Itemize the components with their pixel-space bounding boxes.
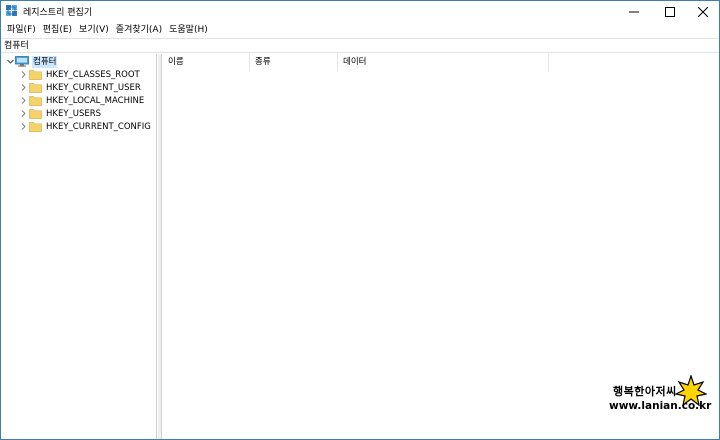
maximize-icon [665,6,675,17]
tree-item-hkey-classes-root[interactable]: HKEY_CLASSES_ROOT [18,68,141,81]
tree-item-label[interactable]: 컴퓨터 [32,55,58,68]
minimize-button[interactable] [617,1,651,22]
menu-bar: 파일(F) 편집(E) 보기(V) 즐겨찾기(A) 도움말(H) [1,22,719,38]
key-tree-pane[interactable]: 컴퓨터 HKEY_CLASSES_ROOT HKEY_CURRENT_USER [2,54,157,439]
window-title: 레지스트리 편집기 [23,8,93,18]
tree-item-hkey-current-user[interactable]: HKEY_CURRENT_USER [18,81,142,94]
address-bar[interactable]: 컴퓨터 [1,38,719,53]
address-input[interactable]: 컴퓨터 [4,40,29,52]
menu-favorites[interactable]: 즐겨찾기(A) [113,22,165,38]
registry-editor-window: 레지스트리 편집기 파일(F) 편집(E) 보기(V) 즐겨찾기(A) 도움말(… [0,0,720,440]
folder-icon [28,82,42,93]
menu-view[interactable]: 보기(V) [76,22,112,38]
column-header-data[interactable]: 데이터 [338,54,549,71]
tree-item-label[interactable]: HKEY_USERS [45,108,102,120]
folder-icon [28,69,42,80]
title-bar[interactable]: 레지스트리 편집기 [1,1,719,22]
chevron-right-icon[interactable] [18,81,28,94]
tree-item-label[interactable]: HKEY_LOCAL_MACHINE [45,95,145,107]
folder-icon [28,95,42,106]
close-icon [698,6,708,17]
minimize-icon [629,7,639,17]
chevron-right-icon[interactable] [18,68,28,81]
folder-icon [28,108,42,119]
column-header-name[interactable]: 이름 [163,54,250,71]
tree-item-label[interactable]: HKEY_CURRENT_USER [45,82,142,94]
watermark: 행복한아저씨 www.lanian.co.kr [609,374,715,427]
tree-item-hkey-current-config[interactable]: HKEY_CURRENT_CONFIG [18,120,152,133]
tree-item-label[interactable]: HKEY_CLASSES_ROOT [45,69,141,81]
chevron-right-icon[interactable] [18,94,28,107]
folder-icon [28,121,42,132]
chevron-right-icon[interactable] [18,107,28,120]
watermark-text: 행복한아저씨 [613,385,677,398]
menu-help[interactable]: 도움말(H) [166,22,211,38]
tree-item-hkey-local-machine[interactable]: HKEY_LOCAL_MACHINE [18,94,145,107]
tree-item-hkey-users[interactable]: HKEY_USERS [18,107,102,120]
tree-item-computer[interactable]: 컴퓨터 [5,55,58,68]
computer-icon [15,56,29,67]
menu-file[interactable]: 파일(F) [4,22,39,38]
tree-item-label[interactable]: HKEY_CURRENT_CONFIG [45,121,152,133]
close-button[interactable] [686,1,720,22]
menu-edit[interactable]: 편집(E) [40,22,75,38]
chevron-down-icon[interactable] [5,55,15,68]
pane-splitter[interactable] [158,54,162,439]
chevron-right-icon[interactable] [18,120,28,133]
registry-editor-app-icon [6,5,18,17]
star-icon [674,374,708,407]
maximize-button[interactable] [653,1,687,22]
column-header-type[interactable]: 종류 [250,54,338,71]
